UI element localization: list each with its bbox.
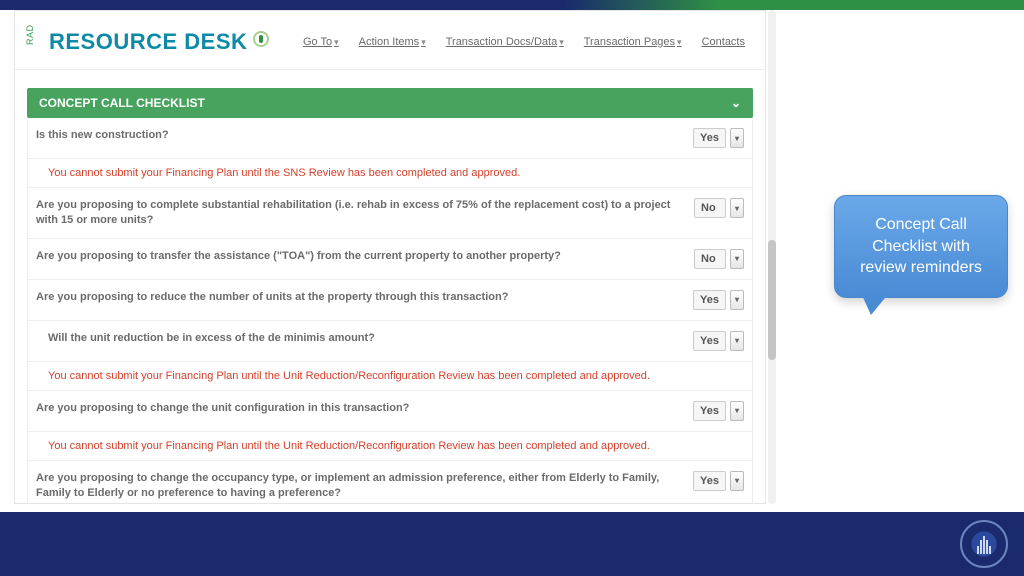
- chevron-down-icon[interactable]: ▾: [730, 401, 744, 421]
- scrollbar[interactable]: [768, 10, 776, 504]
- main-nav: Go To▾ Action Items▾ Transaction Docs/Da…: [303, 36, 745, 48]
- brand: RAD RESOURCE DESK: [35, 29, 269, 55]
- question-text: Are you proposing to change the unit con…: [36, 401, 673, 416]
- app-header: RAD RESOURCE DESK Go To▾ Action Items▾ T…: [15, 11, 765, 70]
- chevron-down-icon: ▾: [334, 37, 339, 47]
- question-text: Are you proposing to reduce the number o…: [36, 290, 673, 305]
- chevron-down-icon[interactable]: ▾: [730, 249, 744, 269]
- footer-bar: [0, 512, 1024, 576]
- brand-logo-icon: [253, 31, 269, 47]
- nav-action-items[interactable]: Action Items▾: [359, 36, 426, 48]
- chevron-down-icon: ▾: [559, 37, 564, 47]
- question-text: Will the unit reduction be in excess of …: [36, 331, 673, 346]
- question-row: Is this new construction? Yes ▾: [28, 118, 752, 159]
- chevron-down-icon[interactable]: ▾: [730, 471, 744, 491]
- select-value: Yes: [693, 471, 726, 491]
- answer-select[interactable]: Yes ▾: [693, 401, 744, 421]
- nav-txn-pages[interactable]: Transaction Pages▾: [584, 36, 682, 48]
- select-value: No: [694, 249, 726, 269]
- question-text: Is this new construction?: [36, 128, 673, 143]
- review-warning: You cannot submit your Financing Plan un…: [28, 159, 752, 188]
- scrollbar-thumb[interactable]: [768, 240, 776, 360]
- nav-goto[interactable]: Go To▾: [303, 36, 339, 48]
- hud-seal-icon: [960, 520, 1008, 568]
- panel-header[interactable]: CONCEPT CALL CHECKLIST ⌄: [27, 88, 753, 118]
- answer-select[interactable]: Yes ▾: [693, 290, 744, 310]
- chevron-down-icon: ▾: [677, 37, 682, 47]
- app-body: CONCEPT CALL CHECKLIST ⌄ Is this new con…: [15, 70, 765, 504]
- panel-title: CONCEPT CALL CHECKLIST: [39, 96, 205, 110]
- question-row: Are you proposing to transfer the assist…: [28, 239, 752, 280]
- brand-title: RESOURCE DESK: [49, 29, 247, 55]
- chevron-down-icon[interactable]: ▾: [730, 290, 744, 310]
- chevron-down-icon[interactable]: ▾: [730, 198, 744, 218]
- question-text: Are you proposing to complete substantia…: [36, 198, 674, 228]
- question-row: Are you proposing to reduce the number o…: [28, 280, 752, 321]
- checklist: Is this new construction? Yes ▾ You cann…: [27, 118, 753, 504]
- select-value: Yes: [693, 331, 726, 351]
- answer-select[interactable]: No ▾: [694, 198, 744, 218]
- question-row: Will the unit reduction be in excess of …: [28, 321, 752, 362]
- brand-pre: RAD: [25, 35, 35, 45]
- review-warning: You cannot submit your Financing Plan un…: [28, 362, 752, 391]
- top-strip: [0, 0, 1024, 10]
- question-row: Are you proposing to complete substantia…: [28, 188, 752, 239]
- select-value: Yes: [693, 128, 726, 148]
- app-window: RAD RESOURCE DESK Go To▾ Action Items▾ T…: [14, 10, 766, 504]
- answer-select[interactable]: Yes ▾: [693, 471, 744, 491]
- select-value: Yes: [693, 401, 726, 421]
- select-value: No: [694, 198, 726, 218]
- select-value: Yes: [693, 290, 726, 310]
- answer-select[interactable]: Yes ▾: [693, 128, 744, 148]
- answer-select[interactable]: No ▾: [694, 249, 744, 269]
- chevron-down-icon: ⌄: [731, 96, 741, 110]
- callout-bubble: Concept Call Checklist with review remin…: [834, 195, 1008, 298]
- question-text: Are you proposing to change the occupanc…: [36, 471, 673, 501]
- callout-text: Concept Call Checklist with review remin…: [860, 216, 982, 276]
- question-row: Are you proposing to change the occupanc…: [28, 461, 752, 504]
- answer-select[interactable]: Yes ▾: [693, 331, 744, 351]
- chevron-down-icon[interactable]: ▾: [730, 331, 744, 351]
- nav-txn-docs[interactable]: Transaction Docs/Data▾: [446, 36, 564, 48]
- question-row: Are you proposing to change the unit con…: [28, 391, 752, 432]
- review-warning: You cannot submit your Financing Plan un…: [28, 432, 752, 461]
- nav-contacts[interactable]: Contacts: [702, 36, 745, 48]
- chevron-down-icon[interactable]: ▾: [730, 128, 744, 148]
- chevron-down-icon: ▾: [421, 37, 426, 47]
- question-text: Are you proposing to transfer the assist…: [36, 249, 674, 264]
